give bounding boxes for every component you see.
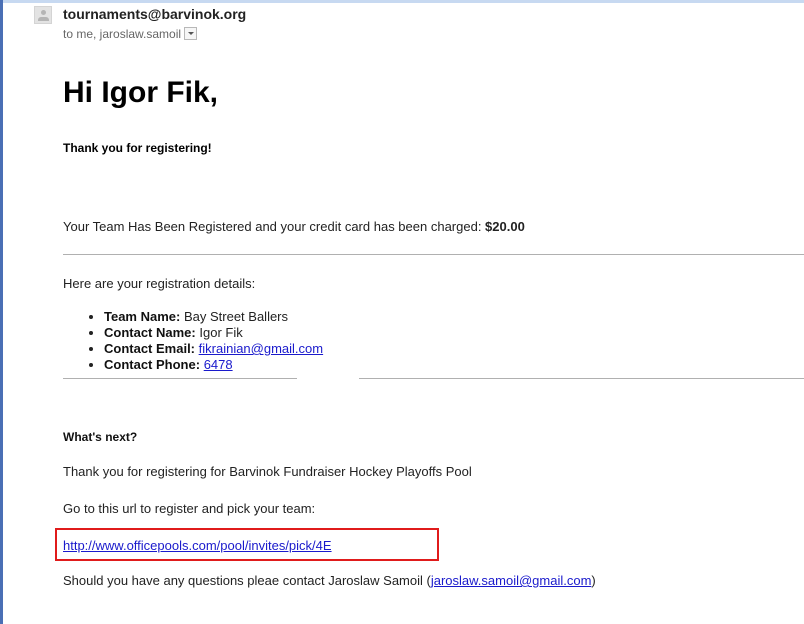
registration-details-list: Team Name: Bay Street Ballers Contact Na…	[84, 309, 323, 373]
divider-left	[63, 378, 297, 379]
charge-message: Your Team Has Been Registered and your c…	[63, 219, 525, 234]
detail-contact-name: Contact Name: Igor Fik	[104, 325, 323, 341]
contact-samoil-email-link[interactable]: jaroslaw.samoil@gmail.com	[431, 573, 592, 588]
divider-top	[63, 254, 804, 255]
charge-amount: $20.00	[485, 219, 525, 234]
detail-value: Igor Fik	[199, 325, 243, 340]
detail-team-name: Team Name: Bay Street Ballers	[104, 309, 323, 325]
detail-contact-phone: Contact Phone: 6478	[104, 357, 323, 373]
recipients-text: to me, jaroslaw.samoil	[63, 27, 182, 41]
email-greeting: Hi Igor Fik,	[63, 76, 219, 109]
detail-label: Contact Email:	[104, 341, 196, 356]
detail-label: Contact Phone:	[104, 357, 201, 372]
contact-suffix: )	[591, 573, 596, 588]
detail-label: Contact Name:	[104, 325, 196, 340]
whats-next-heading: What's next?	[63, 430, 138, 444]
contact-phone-link[interactable]: 6478	[204, 357, 233, 372]
detail-contact-email: Contact Email: fikrainian@gmail.com	[104, 341, 323, 357]
window-top-accent	[0, 0, 804, 3]
contact-prefix: Should you have any questions pleae cont…	[63, 573, 431, 588]
recipients-line: to me, jaroslaw.samoil	[63, 27, 198, 41]
sender-address[interactable]: tournaments@barvinok.org	[63, 6, 246, 22]
details-intro: Here are your registration details:	[63, 276, 256, 291]
divider-right	[359, 378, 804, 379]
charge-text: Your Team Has Been Registered and your c…	[63, 219, 486, 234]
detail-value: Bay Street Ballers	[183, 309, 289, 324]
pool-message: Thank you for registering for Barvinok F…	[63, 464, 472, 479]
register-instruction: Go to this url to register and pick your…	[63, 501, 316, 516]
default-avatar-icon	[34, 6, 52, 24]
chevron-down-icon[interactable]	[184, 27, 198, 41]
contact-line: Should you have any questions pleae cont…	[63, 573, 596, 588]
detail-label: Team Name:	[104, 309, 181, 324]
thanks-heading: Thank you for registering!	[63, 141, 212, 155]
contact-email-link[interactable]: fikrainian@gmail.com	[199, 341, 323, 356]
register-url-link[interactable]: http://www.officepools.com/pool/invites/…	[63, 538, 332, 553]
window-left-edge	[0, 0, 3, 624]
